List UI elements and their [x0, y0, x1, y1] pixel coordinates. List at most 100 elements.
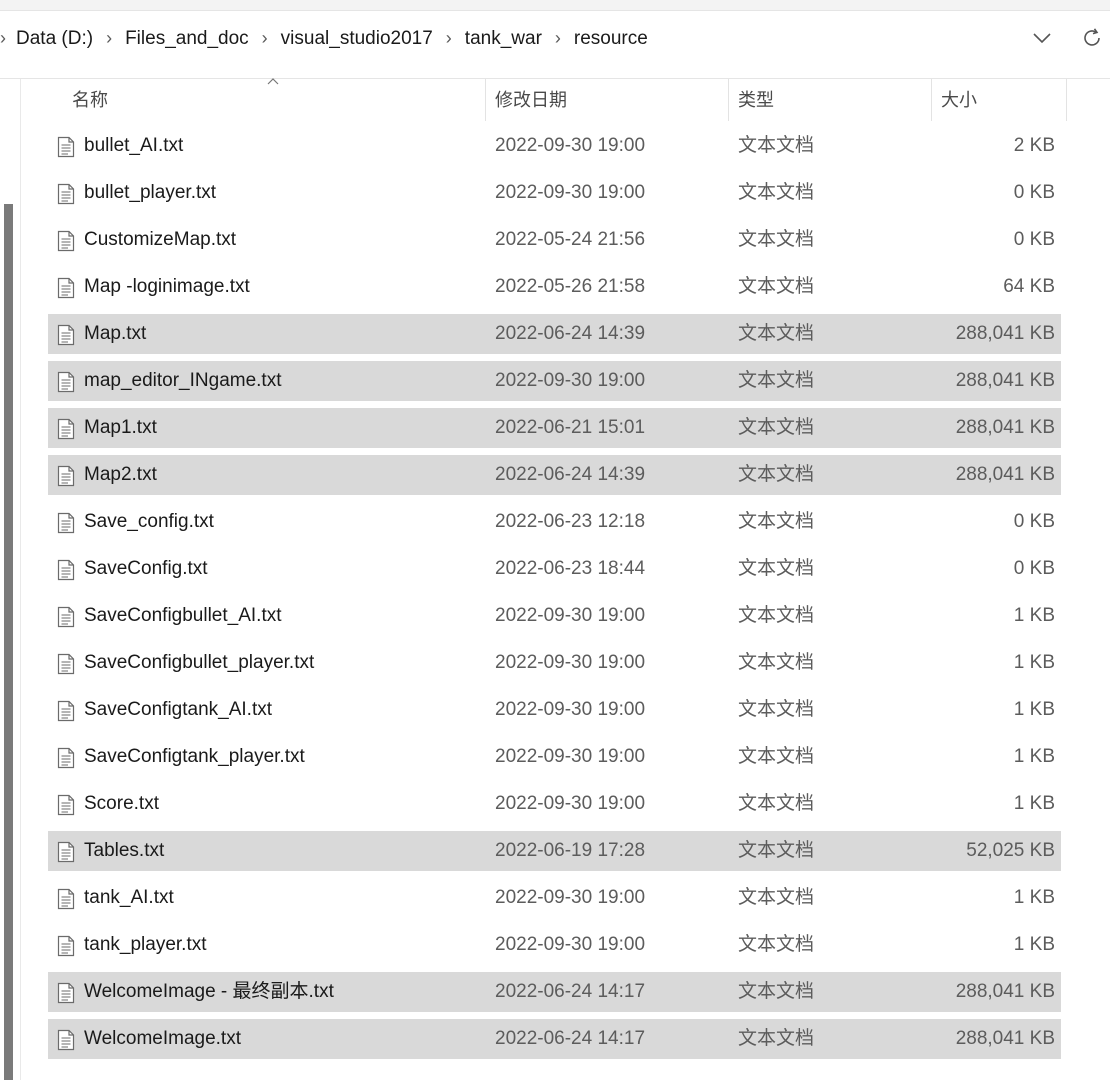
file-name[interactable]: bullet_player.txt — [84, 173, 216, 213]
text-file-icon — [57, 183, 75, 205]
breadcrumb-item[interactable]: visual_studio2017 — [279, 26, 435, 52]
text-file-icon — [57, 888, 75, 910]
file-type: 文本文档 — [738, 511, 815, 532]
file-type: 文本文档 — [738, 887, 815, 908]
file-modified-date: 2022-06-24 14:17 — [495, 981, 646, 1002]
file-row[interactable]: Map -loginimage.txt 2022-05-26 21:58 文本文档 6… — [48, 267, 1061, 307]
file-name[interactable]: SaveConfigtank_AI.txt — [84, 690, 272, 730]
file-name[interactable]: SaveConfigbullet_player.txt — [84, 643, 314, 683]
file-row[interactable]: Save_config.txt 2022-06-23 12:18 文本文档 0 KB — [48, 502, 1061, 542]
file-row[interactable]: SaveConfigtank_AI.txt 2022-09-30 19:00 文本文… — [48, 690, 1061, 730]
breadcrumb-chevron-icon[interactable]: › — [0, 28, 6, 49]
file-modified-date: 2022-09-30 19:00 — [495, 793, 646, 814]
chevron-down-icon[interactable] — [1030, 26, 1054, 50]
file-name[interactable]: Map -loginimage.txt — [84, 267, 250, 307]
file-row[interactable]: Score.txt 2022-09-30 19:00 文本文档 1 KB — [48, 784, 1061, 824]
file-size: 288,041 KB — [955, 417, 1055, 438]
file-name[interactable]: SaveConfigbullet_AI.txt — [84, 596, 282, 636]
file-row[interactable]: Tables.txt 2022-06-19 17:28 文本文档 52,025 KB — [48, 831, 1061, 871]
file-modified-date: 2022-06-19 17:28 — [495, 840, 646, 861]
file-row[interactable]: CustomizeMap.txt 2022-05-24 21:56 文本文档 0 KB — [48, 220, 1061, 260]
refresh-icon[interactable] — [1079, 25, 1105, 51]
file-row[interactable]: Map1.txt 2022-06-21 15:01 文本文档 288,041 KB — [48, 408, 1061, 448]
text-file-icon — [57, 512, 75, 534]
column-header-size[interactable]: 大小 — [941, 79, 977, 121]
file-name[interactable]: SaveConfig.txt — [84, 549, 208, 589]
column-header-date[interactable]: 修改日期 — [495, 79, 567, 121]
text-file-icon — [57, 982, 75, 1004]
file-size: 288,041 KB — [955, 1028, 1055, 1049]
file-name[interactable]: tank_player.txt — [84, 925, 207, 965]
breadcrumb-chevron-icon[interactable]: › — [555, 28, 561, 49]
file-type: 文本文档 — [738, 605, 815, 626]
text-file-icon — [57, 747, 75, 769]
file-size: 1 KB — [1013, 746, 1055, 767]
text-file-icon — [57, 935, 75, 957]
file-modified-date: 2022-05-26 21:58 — [495, 276, 646, 297]
file-row[interactable]: tank_AI.txt 2022-09-30 19:00 文本文档 1 KB — [48, 878, 1061, 918]
file-modified-date: 2022-09-30 19:00 — [495, 605, 646, 626]
file-row[interactable]: Map2.txt 2022-06-24 14:39 文本文档 288,041 KB — [48, 455, 1061, 495]
file-name[interactable]: map_editor_INgame.txt — [84, 361, 282, 401]
file-size: 1 KB — [1013, 934, 1055, 955]
breadcrumb-item[interactable]: Data (D:) — [14, 26, 95, 52]
column-divider[interactable] — [931, 79, 932, 121]
navigation-pane-edge — [0, 79, 21, 1080]
file-row[interactable]: WelcomeImage.txt 2022-06-24 14:17 文本文档 288,… — [48, 1019, 1061, 1059]
text-file-icon — [57, 794, 75, 816]
file-list: bullet_AI.txt 2022-09-30 19:00 文本文档 2 KB bul… — [48, 126, 1061, 1066]
column-header-type[interactable]: 类型 — [738, 79, 774, 121]
file-row[interactable]: WelcomeImage - 最终副本.txt 2022-06-24 14:17 文… — [48, 972, 1061, 1012]
file-size: 1 KB — [1013, 652, 1055, 673]
address-bar[interactable]: › Data (D:) › Files_and_doc › visual_studio2… — [0, 12, 1110, 79]
file-row[interactable]: SaveConfig.txt 2022-06-23 18:44 文本文档 0 KB — [48, 549, 1061, 589]
breadcrumb-item[interactable]: resource — [572, 26, 650, 52]
file-size: 0 KB — [1013, 558, 1055, 579]
scrollbar-thumb[interactable] — [4, 204, 13, 1080]
breadcrumb: › Data (D:) › Files_and_doc › visual_studio2… — [0, 12, 650, 66]
file-row[interactable]: map_editor_INgame.txt 2022-09-30 19:00 文本文… — [48, 361, 1061, 401]
file-type: 文本文档 — [738, 981, 815, 1002]
column-divider[interactable] — [728, 79, 729, 121]
file-type: 文本文档 — [738, 652, 815, 673]
text-file-icon — [57, 559, 75, 581]
file-type: 文本文档 — [738, 1028, 815, 1049]
file-name[interactable]: WelcomeImage - 最终副本.txt — [84, 972, 334, 1012]
file-modified-date: 2022-09-30 19:00 — [495, 135, 646, 156]
file-name[interactable]: WelcomeImage.txt — [84, 1019, 241, 1059]
breadcrumb-chevron-icon[interactable]: › — [106, 28, 112, 49]
text-file-icon — [57, 841, 75, 863]
file-size: 288,041 KB — [955, 323, 1055, 344]
file-name[interactable]: Map2.txt — [84, 455, 157, 495]
file-name[interactable]: CustomizeMap.txt — [84, 220, 236, 260]
text-file-icon — [57, 136, 75, 158]
file-row[interactable]: SaveConfigbullet_AI.txt 2022-09-30 19:00 文… — [48, 596, 1061, 636]
file-name[interactable]: Save_config.txt — [84, 502, 214, 542]
file-modified-date: 2022-09-30 19:00 — [495, 652, 646, 673]
file-row[interactable]: tank_player.txt 2022-09-30 19:00 文本文档 1 KB — [48, 925, 1061, 965]
column-divider[interactable] — [485, 79, 486, 121]
file-row[interactable]: Map.txt 2022-06-24 14:39 文本文档 288,041 KB — [48, 314, 1061, 354]
breadcrumb-item[interactable]: Files_and_doc — [123, 26, 251, 52]
breadcrumb-item[interactable]: tank_war — [463, 26, 544, 52]
file-name[interactable]: SaveConfigtank_player.txt — [84, 737, 305, 777]
file-modified-date: 2022-06-24 14:17 — [495, 1028, 646, 1049]
breadcrumb-chevron-icon[interactable]: › — [262, 28, 268, 49]
file-name[interactable]: Map1.txt — [84, 408, 157, 448]
file-size: 1 KB — [1013, 793, 1055, 814]
file-row[interactable]: bullet_player.txt 2022-09-30 19:00 文本文档 0 K… — [48, 173, 1061, 213]
file-row[interactable]: SaveConfigbullet_player.txt 2022-09-30 19… — [48, 643, 1061, 683]
breadcrumb-chevron-icon[interactable]: › — [446, 28, 452, 49]
text-file-icon — [57, 653, 75, 675]
file-type: 文本文档 — [738, 276, 815, 297]
file-row[interactable]: bullet_AI.txt 2022-09-30 19:00 文本文档 2 KB — [48, 126, 1061, 166]
file-name[interactable]: Map.txt — [84, 314, 146, 354]
file-row[interactable]: SaveConfigtank_player.txt 2022-09-30 19:0… — [48, 737, 1061, 777]
file-modified-date: 2022-06-24 14:39 — [495, 323, 646, 344]
file-name[interactable]: Tables.txt — [84, 831, 164, 871]
file-name[interactable]: tank_AI.txt — [84, 878, 174, 918]
file-name[interactable]: bullet_AI.txt — [84, 126, 183, 166]
column-header-name[interactable]: 名称 — [72, 79, 108, 121]
file-name[interactable]: Score.txt — [84, 784, 159, 824]
column-divider[interactable] — [1066, 79, 1067, 121]
